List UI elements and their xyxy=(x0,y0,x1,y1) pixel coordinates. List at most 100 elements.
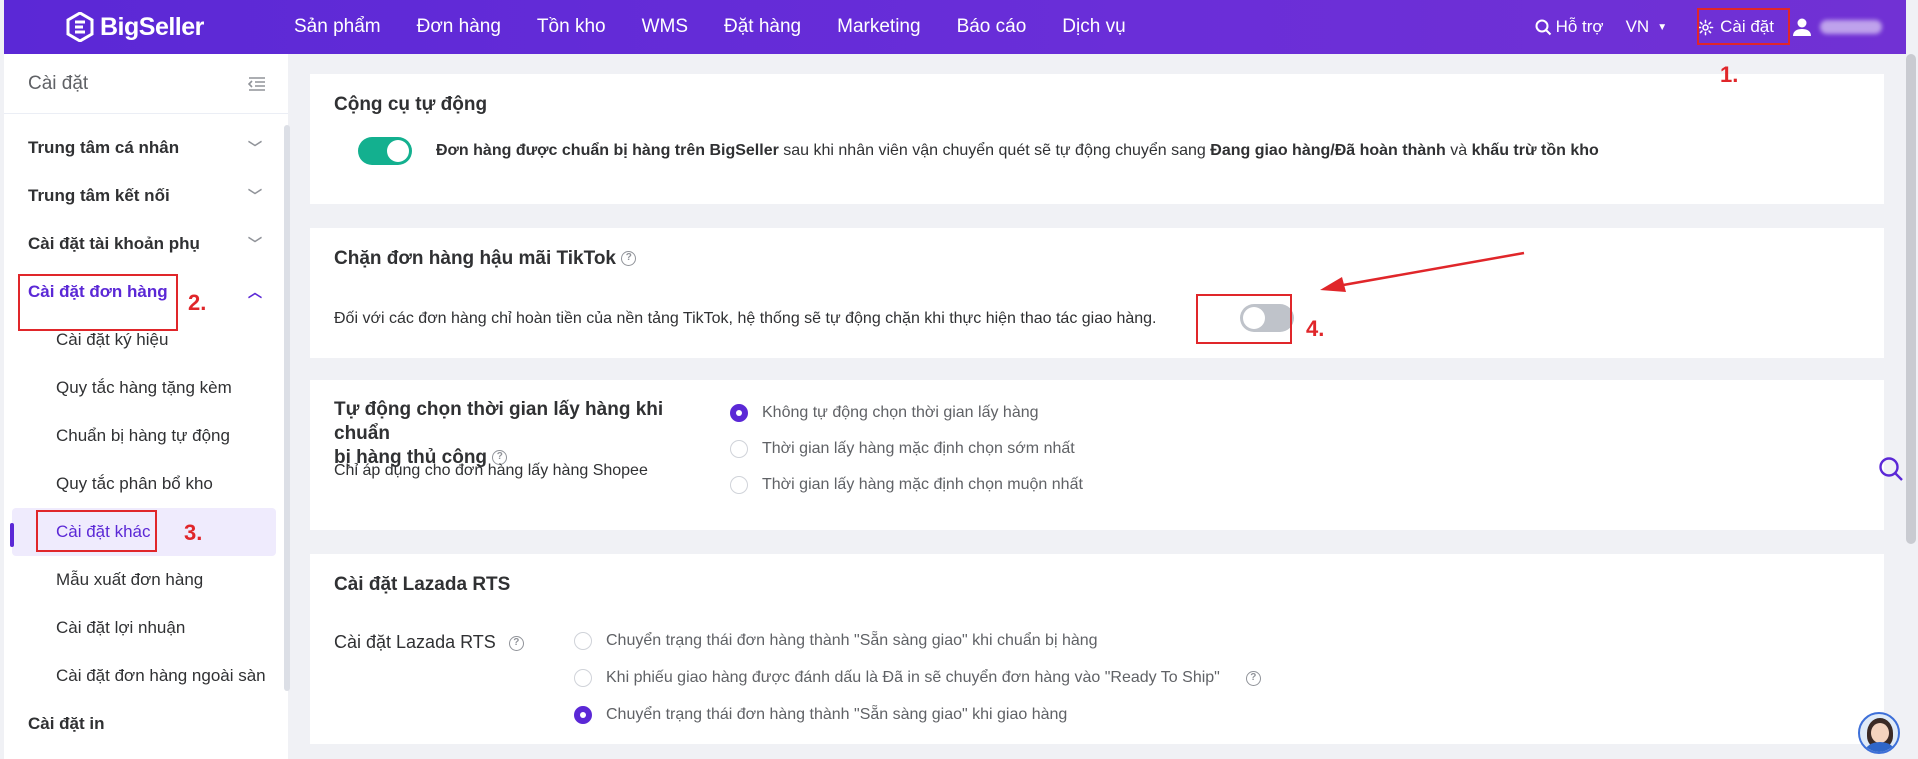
sidebar-header: Cài đặt xyxy=(4,54,288,114)
page-scrollbar[interactable] xyxy=(1906,54,1916,544)
radio-button[interactable] xyxy=(730,404,748,422)
top-right-actions: Hỗ trợ VN ▼ Cài đặt xyxy=(1535,0,1906,54)
desc-text-1: sau khi nhân viên vận chuyển quét sẽ tự … xyxy=(778,142,1211,159)
chevron-down-icon: ﹀ xyxy=(248,188,262,204)
avatar-face xyxy=(1871,723,1889,743)
desc-bold-2: Đang giao hàng/Đã hoàn thành xyxy=(1210,142,1446,159)
collapse-sidebar-icon[interactable] xyxy=(248,76,266,92)
card-title: Tự động chọn thời gian lấy hàng khi chuẩ… xyxy=(334,398,714,470)
lazada-option-on-ship[interactable]: Chuyển trạng thái đơn hàng thành "Sẵn sà… xyxy=(574,706,1067,724)
active-item-indicator xyxy=(10,523,14,547)
nav-ton-kho[interactable]: Tồn kho xyxy=(537,16,606,38)
card-title-text: Chặn đơn hàng hậu mãi TikTok xyxy=(334,248,616,269)
language-label: VN xyxy=(1625,17,1650,36)
gear-icon xyxy=(1697,19,1714,35)
auto-tools-card: Cộng cụ tự động Đơn hàng được chuẩn bị h… xyxy=(310,74,1884,204)
help-link[interactable]: Hỗ trợ xyxy=(1535,17,1604,37)
card-title: Cài đặt Lazada RTS xyxy=(334,574,511,595)
toggle-knob xyxy=(1243,307,1265,329)
desc-text-2: và xyxy=(1445,142,1472,159)
radio-button[interactable] xyxy=(574,669,592,687)
lazada-rts-label-text: Cài đặt Lazada RTS xyxy=(334,632,496,652)
caret-down-icon: ▼ xyxy=(1657,21,1668,33)
main-content: Cộng cụ tự động Đơn hàng được chuẩn bị h… xyxy=(290,54,1918,759)
sidebar-item-auto-prepare[interactable]: Chuẩn bị hàng tự động xyxy=(12,412,276,460)
sidebar-group-connection-center[interactable]: Trung tâm kết nối ﹀ xyxy=(4,172,288,220)
nav-dat-hang[interactable]: Đặt hàng xyxy=(724,16,801,38)
nav-dich-vu[interactable]: Dịch vụ xyxy=(1062,16,1125,38)
settings-button[interactable]: Cài đặt xyxy=(1689,10,1782,45)
question-icon[interactable]: ? xyxy=(621,251,637,267)
sidebar-group-label: Cài đặt in xyxy=(28,714,105,733)
lazada-option-on-prepare[interactable]: Chuyển trạng thái đơn hàng thành "Sẵn sà… xyxy=(574,632,1098,650)
radio-button[interactable] xyxy=(730,440,748,458)
step-label-2: 2. xyxy=(188,290,207,315)
annotation-arrow-icon xyxy=(1320,251,1525,292)
top-navigation-bar: BigSeller Sản phẩm Đơn hàng Tồn kho WMS … xyxy=(4,0,1906,54)
sidebar-item-other-settings[interactable]: Cài đặt khác xyxy=(12,508,276,556)
nav-don-hang[interactable]: Đơn hàng xyxy=(417,16,501,38)
chevron-up-icon: ︿ xyxy=(248,284,262,300)
settings-sidebar: Cài đặt Trung tâm cá nhân ﹀ Trung tâm kế… xyxy=(4,54,288,759)
desc-bold-3: khấu trừ tồn kho xyxy=(1471,142,1599,159)
chevron-down-icon: ﹀ xyxy=(248,236,262,252)
floating-search-icon[interactable] xyxy=(1878,456,1904,487)
language-selector[interactable]: VN ▼ xyxy=(1626,17,1668,37)
main-nav: Sản phẩm Đơn hàng Tồn kho WMS Đặt hàng M… xyxy=(294,16,1162,38)
sidebar-group-label: Cài đặt tài khoản phụ xyxy=(28,234,200,253)
user-icon xyxy=(1793,18,1811,36)
user-menu[interactable] xyxy=(1792,17,1882,37)
card-title-line1: Tự động chọn thời gian lấy hàng khi chuẩ… xyxy=(334,399,664,444)
radio-label: Thời gian lấy hàng mặc định chọn muộn nh… xyxy=(762,476,1083,493)
step-label-4: 4. xyxy=(1306,316,1325,341)
user-name-blurred xyxy=(1820,20,1882,34)
sidebar-group-sub-account[interactable]: Cài đặt tài khoản phụ ﹀ xyxy=(4,220,288,268)
sidebar-group-print-settings[interactable]: Cài đặt in xyxy=(4,700,288,748)
radio-button[interactable] xyxy=(574,706,592,724)
support-chat-avatar[interactable] xyxy=(1858,712,1900,754)
sidebar-group-personal-center[interactable]: Trung tâm cá nhân ﹀ xyxy=(4,124,288,172)
radio-label: Không tự động chọn thời gian lấy hàng xyxy=(762,404,1039,421)
bigseller-logo-icon xyxy=(66,11,94,43)
pickup-note: Chỉ áp dụng cho đơn hàng lấy hàng Shopee xyxy=(334,462,648,479)
sidebar-group-label: Trung tâm kết nối xyxy=(28,186,170,205)
question-icon[interactable]: ? xyxy=(508,635,524,651)
radio-button[interactable] xyxy=(730,476,748,494)
sidebar-item-warehouse-allocation[interactable]: Quy tắc phân bổ kho xyxy=(12,460,276,508)
sidebar-title: Cài đặt xyxy=(28,72,89,94)
radio-label: Chuyển trạng thái đơn hàng thành "Sẵn sà… xyxy=(606,632,1098,649)
nav-marketing[interactable]: Marketing xyxy=(837,16,920,38)
card-title: Chặn đơn hàng hậu mãi TikTok ? xyxy=(334,248,637,270)
tiktok-aftersale-card: Chặn đơn hàng hậu mãi TikTok ? Đối với c… xyxy=(310,228,1884,358)
question-icon[interactable]: ? xyxy=(1245,670,1261,686)
auto-tools-toggle[interactable] xyxy=(358,137,412,165)
sidebar-group-order-settings[interactable]: Cài đặt đơn hàng ︿ xyxy=(4,268,288,316)
brand-name: BigSeller xyxy=(100,12,204,41)
sidebar-item-profit-settings[interactable]: Cài đặt lợi nhuận xyxy=(12,604,276,652)
pickup-option-none[interactable]: Không tự động chọn thời gian lấy hàng xyxy=(730,404,1039,422)
tiktok-description: Đối với các đơn hàng chỉ hoàn tiền của n… xyxy=(334,310,1157,327)
sidebar-item-symbol-settings[interactable]: Cài đặt ký hiệu xyxy=(12,316,276,364)
nav-san-pham[interactable]: Sản phẩm xyxy=(294,16,381,38)
nav-bao-cao[interactable]: Báo cáo xyxy=(957,16,1027,38)
lazada-option-on-print[interactable]: Khi phiếu giao hàng được đánh dấu là Đã … xyxy=(574,669,1261,687)
pickup-option-earliest[interactable]: Thời gian lấy hàng mặc định chọn sớm nhấ… xyxy=(730,440,1075,458)
pickup-time-card: Tự động chọn thời gian lấy hàng khi chuẩ… xyxy=(310,380,1884,530)
pickup-option-latest[interactable]: Thời gian lấy hàng mặc định chọn muộn nh… xyxy=(730,476,1083,494)
lazada-rts-label: Cài đặt Lazada RTS ? xyxy=(334,632,524,653)
sidebar-item-order-export-template[interactable]: Mẫu xuất đơn hàng xyxy=(12,556,276,604)
radio-button[interactable] xyxy=(574,632,592,650)
sidebar-item-offline-orders[interactable]: Cài đặt đơn hàng ngoài sàn xyxy=(12,652,276,700)
nav-wms[interactable]: WMS xyxy=(642,16,688,38)
sidebar-group-label: Trung tâm cá nhân xyxy=(28,138,180,157)
lazada-rts-card: Cài đặt Lazada RTS Cài đặt Lazada RTS ? … xyxy=(310,554,1884,744)
chevron-down-icon: ﹀ xyxy=(248,140,262,156)
help-label: Hỗ trợ xyxy=(1555,17,1604,36)
settings-label: Cài đặt xyxy=(1720,17,1774,36)
auto-tools-description: Đơn hàng được chuẩn bị hàng trên BigSell… xyxy=(436,142,1599,160)
tiktok-block-toggle[interactable] xyxy=(1240,304,1294,332)
sidebar-item-gift-rules[interactable]: Quy tắc hàng tặng kèm xyxy=(12,364,276,412)
sidebar-group-label: Cài đặt đơn hàng xyxy=(28,282,168,301)
search-icon xyxy=(1535,19,1551,35)
bigseller-logo[interactable]: BigSeller xyxy=(66,11,226,43)
